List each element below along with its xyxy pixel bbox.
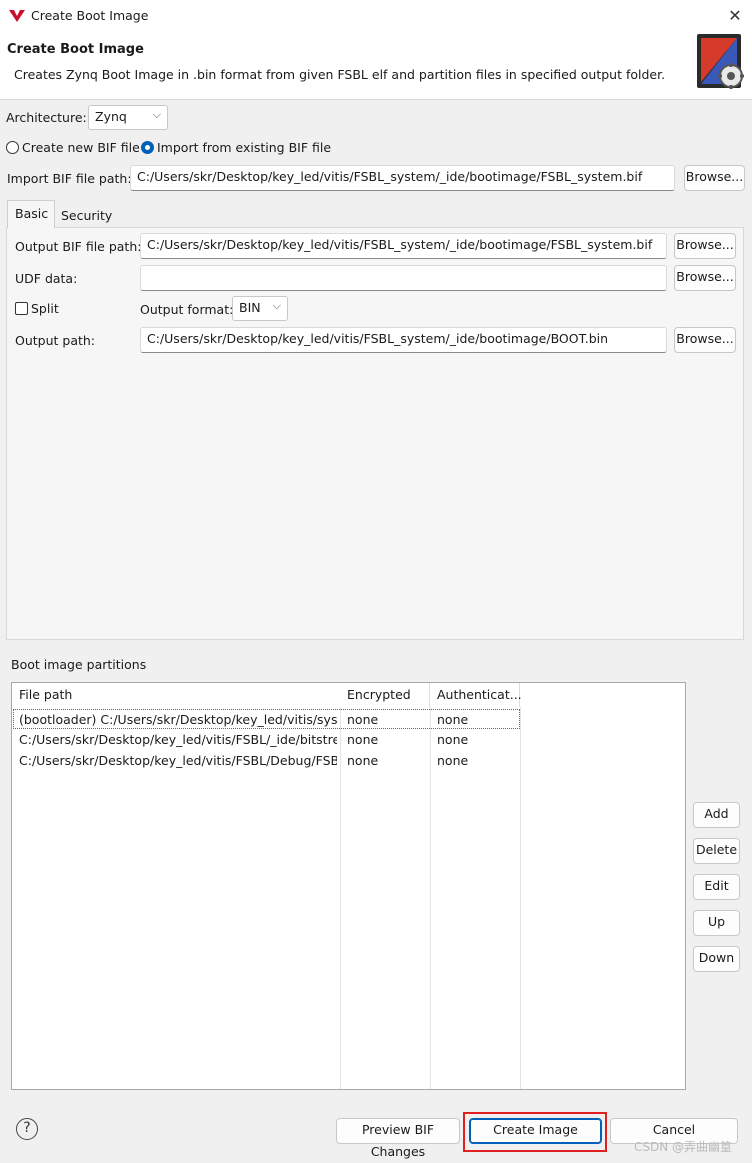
create-new-bif-label[interactable]: Create new BIF file (22, 140, 140, 155)
output-format-label: Output format: (140, 302, 234, 317)
split-label[interactable]: Split (31, 301, 59, 316)
table-row[interactable]: C:/Users/skr/Desktop/key_led/vitis/FSBL/… (13, 730, 520, 750)
output-format-value: BIN (239, 300, 261, 315)
boot-image-gear-icon (697, 34, 744, 89)
tab-basic-label: Basic (15, 206, 49, 221)
column-header-encrypted[interactable]: Encrypted (340, 683, 430, 707)
up-partition-button[interactable]: Up (693, 910, 740, 936)
import-bif-path-input[interactable]: C:/Users/skr/Desktop/key_led/vitis/FSBL_… (130, 165, 675, 191)
create-new-bif-radio[interactable] (6, 141, 19, 154)
import-existing-bif-radio[interactable] (141, 141, 154, 154)
tab-security[interactable]: Security (55, 204, 113, 228)
partitions-label: Boot image partitions (11, 657, 147, 672)
row-file-path: (bootloader) C:/Users/skr/Desktop/key_le… (19, 712, 337, 727)
vitis-logo-icon (9, 10, 25, 22)
dialog-header: Create Boot Image Creates Zynq Boot Imag… (0, 32, 752, 100)
architecture-select[interactable]: Zynq ⌵ (88, 105, 168, 130)
help-icon[interactable]: ? (16, 1118, 38, 1140)
delete-partition-button[interactable]: Delete (693, 838, 740, 864)
column-header-file-path[interactable]: File path (12, 683, 341, 707)
output-format-select[interactable]: BIN ⌵ (232, 296, 288, 321)
import-bif-browse-button[interactable]: Browse... (684, 165, 745, 191)
architecture-label: Architecture: (6, 110, 87, 125)
row-file-path: C:/Users/skr/Desktop/key_led/vitis/FSBL/… (19, 753, 337, 768)
column-divider (520, 707, 521, 1089)
row-authentication: none (437, 753, 469, 768)
output-bif-label: Output BIF file path: (15, 239, 142, 254)
row-encrypted: none (347, 712, 379, 727)
table-row[interactable]: C:/Users/skr/Desktop/key_led/vitis/FSBL/… (13, 751, 520, 771)
output-path-input[interactable]: C:/Users/skr/Desktop/key_led/vitis/FSBL_… (140, 327, 667, 353)
row-file-path: C:/Users/skr/Desktop/key_led/vitis/FSBL/… (19, 732, 337, 747)
output-bif-browse-button[interactable]: Browse... (674, 233, 736, 259)
tab-basic[interactable]: Basic (7, 200, 55, 228)
header-description: Creates Zynq Boot Image in .bin format f… (14, 67, 666, 82)
architecture-value: Zynq (95, 109, 127, 124)
import-bif-label: Import BIF file path: (7, 171, 132, 186)
create-image-button[interactable]: Create Image (469, 1118, 602, 1144)
column-header-authentication[interactable]: Authenticat... (430, 683, 522, 707)
row-authentication: none (437, 732, 469, 747)
row-encrypted: none (347, 753, 379, 768)
udf-data-label: UDF data: (15, 271, 78, 286)
title-bar: Create Boot Image ✕ (0, 0, 752, 32)
udf-data-input[interactable] (140, 265, 667, 291)
watermark: CSDN @弄曲幽篁 (634, 1140, 733, 1154)
preview-bif-changes-button[interactable]: Preview BIF Changes (336, 1118, 460, 1159)
window-title: Create Boot Image (31, 8, 149, 23)
row-encrypted: none (347, 732, 379, 747)
output-path-label: Output path: (15, 333, 96, 348)
partitions-table[interactable]: File path Encrypted Authenticat... (boot… (11, 682, 686, 1090)
chevron-down-icon: ⌵ (152, 108, 161, 121)
udf-browse-button[interactable]: Browse... (674, 265, 736, 291)
close-button[interactable]: ✕ (722, 4, 748, 28)
edit-partition-button[interactable]: Edit (693, 874, 740, 900)
row-authentication: none (437, 712, 469, 727)
header-title: Create Boot Image (7, 42, 144, 57)
import-existing-bif-label[interactable]: Import from existing BIF file (157, 140, 331, 155)
add-partition-button[interactable]: Add (693, 802, 740, 828)
chevron-down-icon: ⌵ (272, 299, 281, 312)
down-partition-button[interactable]: Down (693, 946, 740, 972)
split-checkbox[interactable] (15, 302, 28, 315)
tab-security-label: Security (61, 208, 113, 223)
table-row[interactable]: (bootloader) C:/Users/skr/Desktop/key_le… (13, 709, 520, 729)
output-bif-path-input[interactable]: C:/Users/skr/Desktop/key_led/vitis/FSBL_… (140, 233, 667, 259)
output-path-browse-button[interactable]: Browse... (674, 327, 736, 353)
